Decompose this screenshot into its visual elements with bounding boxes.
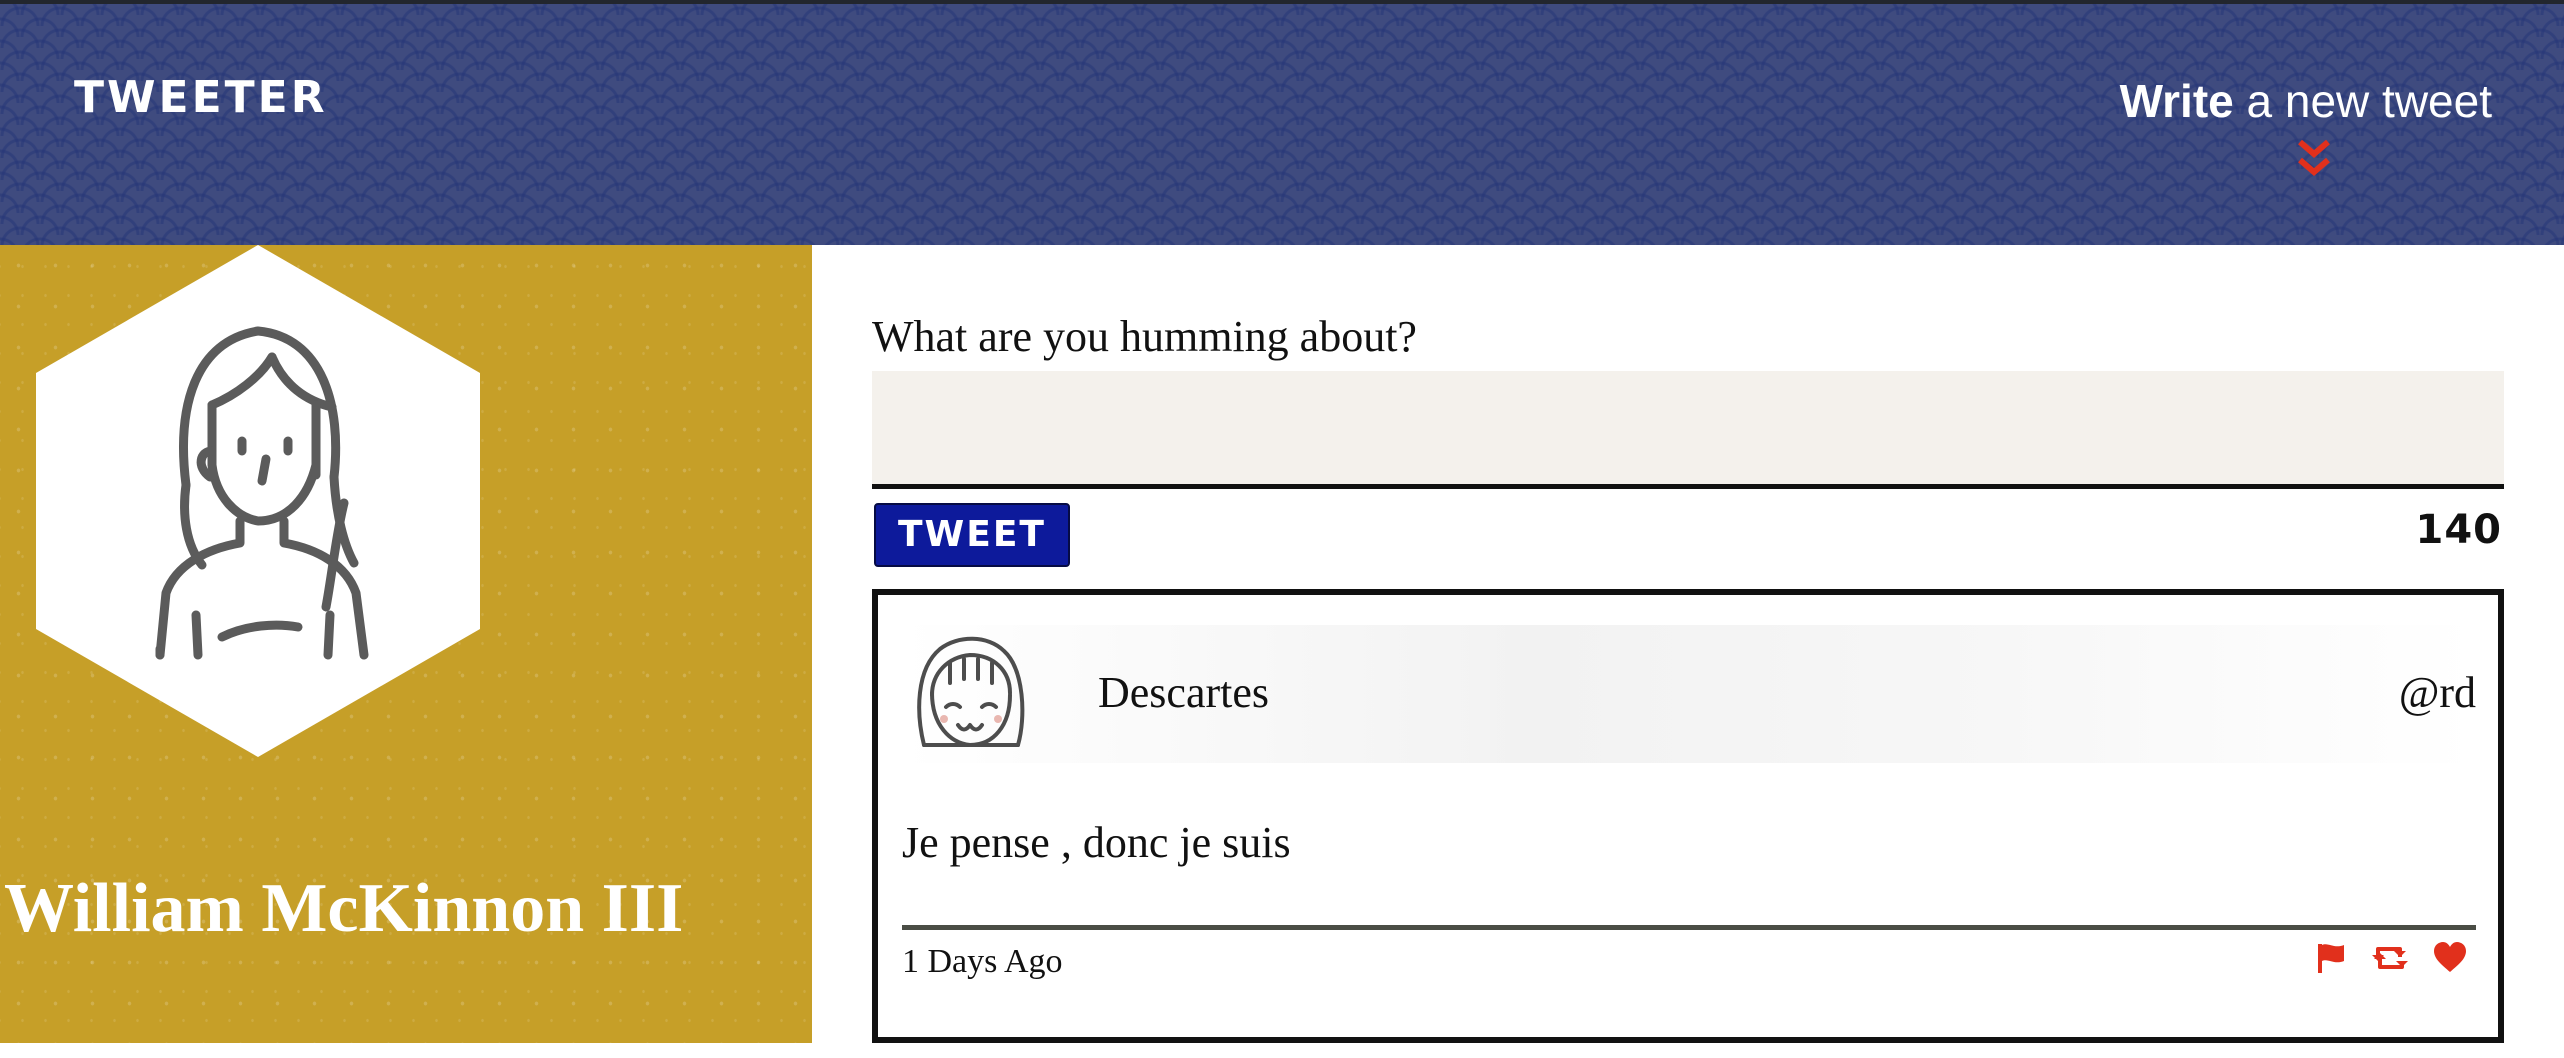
tweet-divider	[902, 925, 2476, 930]
write-new-tweet-strong: Write	[2119, 75, 2234, 127]
profile-panel: William McKinnon III	[0, 245, 812, 1043]
tweet-header: Descartes @rd	[902, 625, 2476, 763]
tweet-author: Descartes	[1098, 668, 1270, 717]
write-new-tweet-toggle[interactable]: Write a new tweet	[2120, 78, 2492, 124]
flag-icon[interactable]	[2314, 941, 2348, 975]
tweet-timestamp: 1 Days Ago	[902, 943, 1063, 980]
composer-label: What are you humming about?	[872, 312, 1417, 361]
tweet-handle: @rd	[2398, 668, 2476, 717]
character-counter: 140	[2415, 507, 2502, 553]
tweet-composer: What are you humming about? TWEET 140	[872, 315, 2504, 575]
tweet-submit-button[interactable]: TWEET	[874, 503, 1070, 567]
tweet-card: Descartes @rd Je pense , donc je suis 1 …	[872, 589, 2504, 1043]
composer-actions: TWEET 140	[872, 503, 2504, 575]
double-chevron-down-icon[interactable]	[2294, 136, 2334, 180]
tweet-text-input[interactable]	[872, 371, 2504, 489]
retweet-icon[interactable]	[2370, 941, 2410, 975]
user-avatar-icon	[36, 245, 480, 757]
top-nav: TWEETER Write a new tweet	[0, 0, 2564, 245]
tweet-body: Je pense , donc je suis	[902, 818, 1291, 867]
brand-logo[interactable]: TWEETER	[74, 76, 328, 120]
write-new-tweet-rest: a new tweet	[2233, 75, 2493, 127]
user-avatar-icon	[917, 636, 1025, 747]
heart-icon[interactable]	[2432, 941, 2468, 975]
tweet-actions	[2314, 941, 2468, 975]
profile-name: William McKinnon III	[4, 870, 684, 947]
